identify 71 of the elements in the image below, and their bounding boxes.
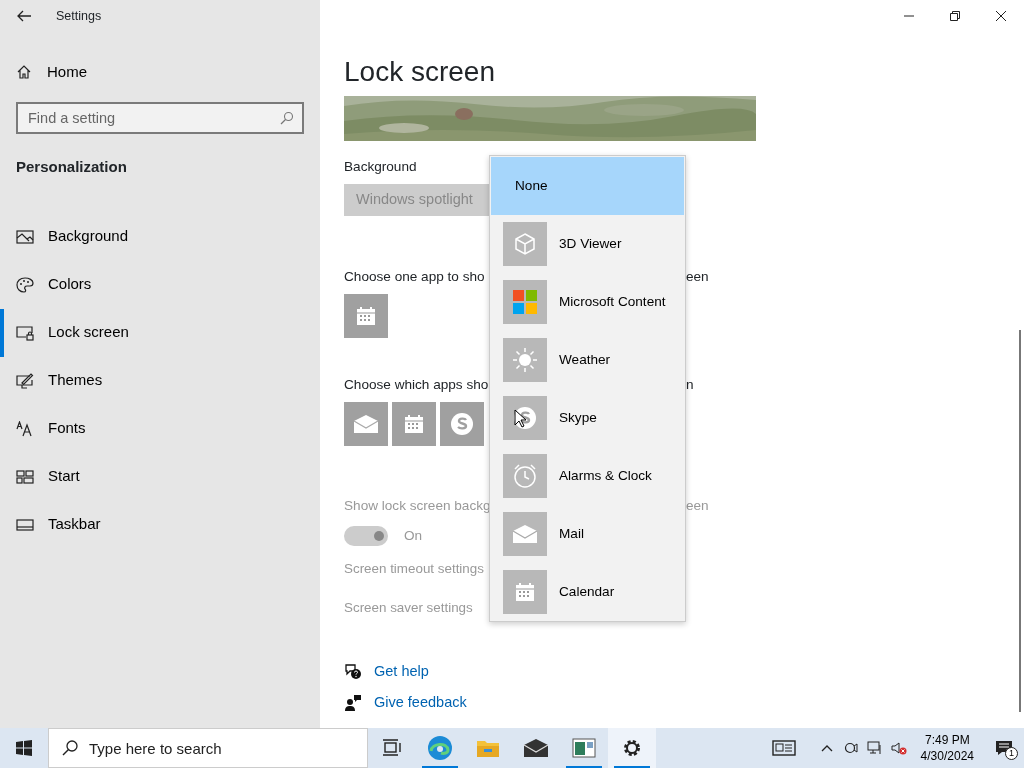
cube-icon — [513, 232, 537, 256]
sidebar-item[interactable]: Themes — [0, 356, 320, 405]
taskbar-search-field[interactable]: Type here to search — [48, 728, 368, 768]
windows-logo-icon — [16, 740, 32, 756]
taskbar-button[interactable] — [608, 728, 656, 768]
app-window-icon — [572, 738, 596, 758]
mail-icon — [353, 414, 379, 434]
dropdown-item[interactable]: None — [491, 157, 684, 215]
sidebar-item[interactable]: Lock screen — [0, 308, 320, 357]
app-tile[interactable] — [440, 402, 484, 446]
window-title: Settings — [56, 7, 102, 25]
palette-icon — [16, 276, 34, 293]
dropdown-item[interactable]: 3D Viewer — [491, 215, 684, 273]
sun-icon — [512, 347, 538, 373]
setting-label: n — [686, 376, 694, 394]
home-icon — [16, 64, 32, 80]
help-link[interactable]: Give feedback — [374, 691, 467, 714]
search-icon — [62, 740, 78, 756]
search-icon — [280, 111, 294, 125]
dropdown-item[interactable]: Calendar — [491, 563, 684, 621]
task-view-icon — [382, 739, 402, 757]
dropdown-item[interactable]: Mail — [491, 505, 684, 563]
restore-icon — [950, 11, 960, 21]
calendar-icon — [355, 305, 377, 327]
alarm-clock-icon — [512, 463, 538, 489]
sidebar-item[interactable]: Taskbar — [0, 500, 320, 549]
folder-icon — [476, 738, 500, 758]
search-field[interactable]: Find a setting — [16, 102, 304, 134]
help-icon — [344, 662, 362, 681]
cursor-icon — [514, 409, 526, 428]
dropdown-item[interactable]: Microsoft Content — [491, 273, 684, 331]
help-link[interactable]: Get help — [374, 660, 429, 683]
start-tiles-icon — [16, 468, 34, 485]
close-icon — [996, 11, 1006, 21]
lock-screen-icon — [16, 324, 34, 341]
dropdown-item[interactable]: Weather — [491, 331, 684, 389]
calendar-icon — [403, 413, 425, 435]
clock[interactable]: 7:49 PM 4/30/2024 — [910, 732, 984, 764]
four-squares-icon — [512, 289, 538, 315]
back-arrow-icon — [16, 8, 32, 24]
mail-icon — [512, 524, 538, 544]
skype-icon — [449, 411, 475, 437]
picture-frame-icon — [16, 228, 34, 245]
sidebar-item[interactable]: Start — [0, 452, 320, 501]
font-icon — [16, 420, 34, 437]
setting-label: Choose one app to sho — [344, 269, 485, 284]
app-tile[interactable] — [392, 402, 436, 446]
sidebar-item[interactable]: Background — [0, 212, 320, 261]
taskbar-icon — [16, 516, 34, 533]
sidebar-item[interactable]: Fonts — [0, 404, 320, 453]
dropdown-item[interactable]: Alarms & Clock — [491, 447, 684, 505]
brush-monitor-icon — [16, 372, 34, 389]
section-heading: Personalization — [16, 157, 128, 177]
setting-label: een — [686, 268, 709, 286]
feedback-icon — [344, 693, 362, 712]
app-tile[interactable] — [344, 402, 388, 446]
scrollbar[interactable] — [1019, 330, 1021, 712]
browser-icon — [427, 735, 453, 761]
calendar-icon — [514, 581, 536, 603]
setting-label: een — [686, 497, 709, 515]
dropdown-item[interactable]: Skype — [491, 389, 684, 447]
sidebar-item[interactable]: Colors — [0, 260, 320, 309]
notification-button[interactable]: 1 — [984, 728, 1024, 768]
settings-icon — [622, 738, 642, 758]
app-tile[interactable] — [344, 294, 388, 338]
envelope-icon — [523, 738, 549, 758]
home-link[interactable]: Home — [0, 48, 103, 96]
setting-label: Background — [344, 158, 418, 176]
toggle-state: On — [404, 527, 423, 545]
page-title: Lock screen — [344, 55, 496, 89]
setting-label: Choose which apps sho — [344, 377, 489, 392]
